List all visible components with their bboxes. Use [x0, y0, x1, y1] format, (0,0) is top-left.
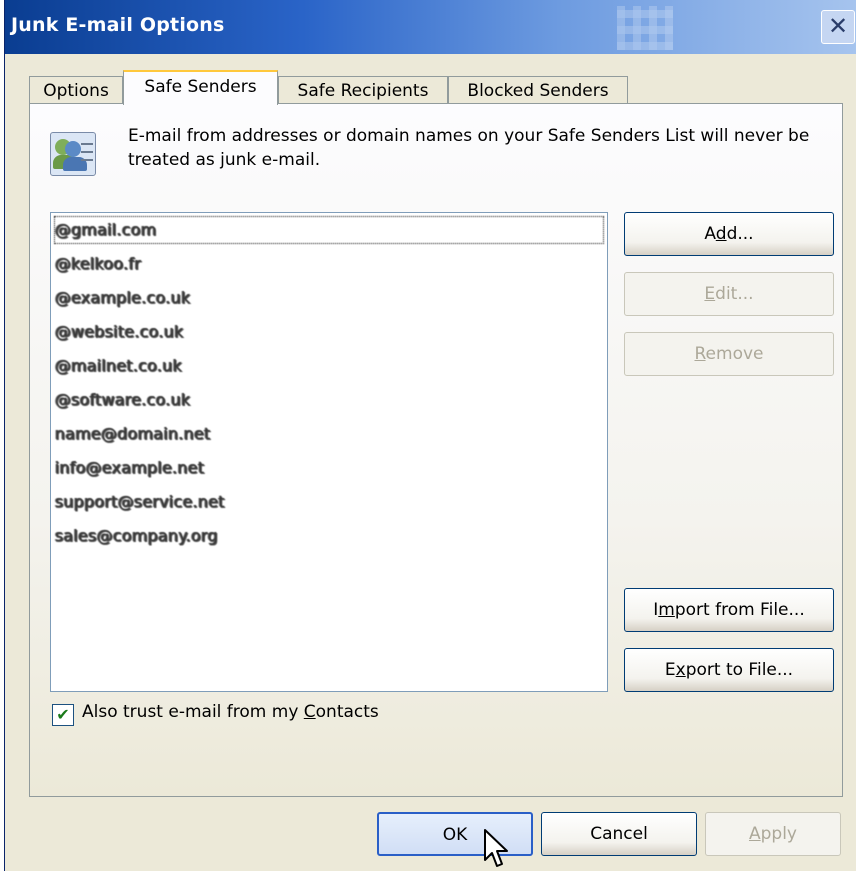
people-list-icon	[50, 132, 96, 176]
list-item[interactable]: info@example.net	[55, 455, 204, 481]
tab-safe-senders[interactable]: Safe Senders	[123, 70, 278, 105]
junk-email-options-dialog: Junk E-mail Options ✕ Options Safe Sende…	[4, 0, 856, 871]
list-item[interactable]: @website.co.uk	[55, 319, 184, 345]
info-text: E-mail from addresses or domain names on…	[128, 126, 810, 170]
trust-contacts-checkbox[interactable]: ✔	[52, 704, 74, 726]
safe-senders-list[interactable]: @gmail.com @kelkoo.fr @example.co.uk @we…	[50, 212, 608, 692]
list-item[interactable]: @example.co.uk	[55, 285, 191, 311]
tab-blocked-senders[interactable]: Blocked Senders	[448, 76, 628, 104]
tab-safe-recipients[interactable]: Safe Recipients	[278, 76, 448, 104]
list-item[interactable]: @mailnet.co.uk	[55, 353, 182, 379]
cancel-button[interactable]: Cancel	[541, 812, 697, 856]
list-item[interactable]: @software.co.uk	[55, 387, 191, 413]
apply-button[interactable]: Apply	[705, 812, 841, 856]
add-button[interactable]: Add...	[624, 212, 834, 256]
remove-button[interactable]: Remove	[624, 332, 834, 376]
window-title: Junk E-mail Options	[11, 14, 225, 36]
safe-senders-panel: E-mail from addresses or domain names on…	[29, 103, 843, 797]
tab-options[interactable]: Options	[29, 76, 123, 104]
list-item[interactable]: sales@company.org	[55, 523, 218, 549]
import-from-file-button[interactable]: Import from File...	[624, 588, 834, 632]
close-icon[interactable]: ✕	[821, 10, 855, 44]
list-item[interactable]: @gmail.com	[54, 216, 604, 244]
trust-contacts-label: Also trust e-mail from my Contacts	[82, 702, 379, 722]
titlebar-pattern	[617, 6, 673, 50]
list-item[interactable]: support@service.net	[55, 489, 225, 515]
list-item[interactable]: name@domain.net	[55, 421, 211, 447]
title-bar[interactable]: Junk E-mail Options ✕	[5, 0, 856, 54]
edit-button[interactable]: Edit...	[624, 272, 834, 316]
list-item[interactable]: @kelkoo.fr	[55, 251, 141, 277]
export-to-file-button[interactable]: Export to File...	[624, 648, 834, 692]
